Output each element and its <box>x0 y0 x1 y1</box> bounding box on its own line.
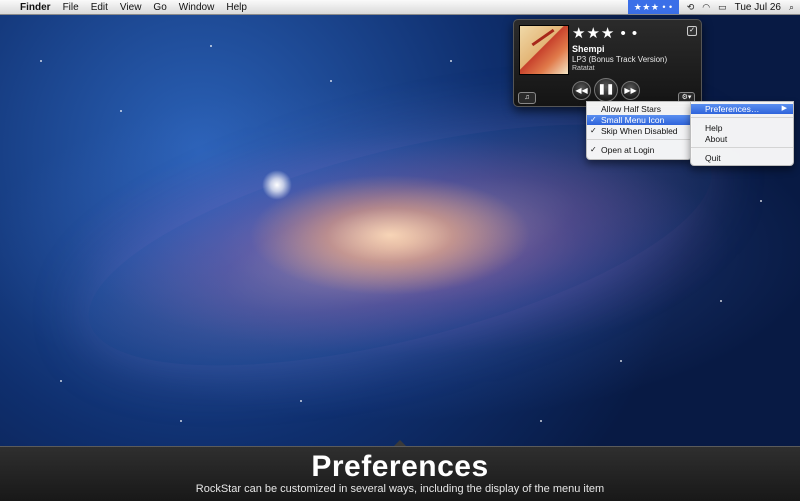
track-title: Shempi <box>572 44 605 54</box>
star-dot <box>120 110 122 112</box>
wifi-icon[interactable]: ◠ <box>702 2 710 13</box>
bright-star <box>262 170 292 200</box>
menu-item-about[interactable]: About <box>691 134 793 144</box>
submenu-arrow-icon: ▶ <box>781 105 787 112</box>
rockstar-status-item[interactable]: ★★★ • • <box>627 0 679 14</box>
time-machine-icon[interactable]: ⟲ <box>687 2 695 13</box>
check-mark-icon: ✓ <box>590 145 597 154</box>
app-menu: Preferences… ▶ Help About Quit <box>690 101 794 166</box>
check-mark-icon: ✓ <box>590 115 597 124</box>
settings-menu: Allow Half Stars ✓ Small Menu Icon ✓ Ski… <box>586 101 692 160</box>
pause-button[interactable]: ❚❚ <box>594 78 618 102</box>
rating-stars[interactable]: ★★★ • • <box>572 24 638 42</box>
star-dot <box>330 80 332 82</box>
star-dot <box>620 360 622 362</box>
star-dot <box>540 420 542 422</box>
menu-edit[interactable]: Edit <box>91 2 108 13</box>
caption-subtitle: RockStar can be customized in several wa… <box>195 483 605 495</box>
star-dot <box>450 60 452 62</box>
now-playing-panel: ★★★ • • ✓ Shempi LP3 (Bonus Track Versio… <box>513 19 702 107</box>
menu-item-skip-when-disabled[interactable]: ✓ Skip When Disabled <box>587 126 691 136</box>
menu-item-label: Skip When Disabled <box>601 126 678 136</box>
star-dot <box>300 400 302 402</box>
enabled-checkbox[interactable]: ✓ <box>687 26 697 36</box>
check-mark-icon: ✓ <box>590 126 597 135</box>
menu-item-label: Allow Half Stars <box>601 104 661 114</box>
star-dot <box>180 420 182 422</box>
star-dot <box>720 300 722 302</box>
menu-item-label: Help <box>705 123 723 133</box>
menu-item-preferences[interactable]: Preferences… ▶ <box>691 104 793 114</box>
menu-item-small-menu-icon[interactable]: ✓ Small Menu Icon <box>587 115 691 125</box>
previous-track-button[interactable]: ◀◀ <box>572 81 591 100</box>
menu-window[interactable]: Window <box>179 2 215 13</box>
star-dot <box>60 380 62 382</box>
menu-item-label: Quit <box>705 153 721 163</box>
menu-separator <box>691 147 793 148</box>
album-name: LP3 (Bonus Track Version) <box>572 55 668 64</box>
menu-go[interactable]: Go <box>153 2 166 13</box>
itunes-icon[interactable]: ♫ <box>518 92 536 104</box>
menu-separator <box>587 139 691 140</box>
next-track-button[interactable]: ▶▶ <box>621 81 640 100</box>
menu-item-label: About <box>705 134 728 144</box>
menu-item-help[interactable]: Help <box>691 123 793 133</box>
menu-file[interactable]: File <box>63 2 79 13</box>
artist-name: Ratatat <box>572 65 595 72</box>
star-dot <box>760 200 762 202</box>
clock[interactable]: Tue Jul 26 <box>735 2 781 13</box>
caption-bar: Preferences RockStar can be customized i… <box>0 446 800 501</box>
star-dot <box>210 45 212 47</box>
menu-item-label: Small Menu Icon <box>601 115 665 125</box>
caption-title: Preferences <box>311 450 489 483</box>
album-artwork <box>519 25 569 75</box>
star-dot <box>40 60 42 62</box>
menu-item-label: Open at Login <box>601 145 655 155</box>
menu-view[interactable]: View <box>120 2 142 13</box>
menu-bar: Finder File Edit View Go Window Help ★★★… <box>0 0 800 15</box>
menu-item-allow-half-stars[interactable]: Allow Half Stars <box>587 104 691 114</box>
spotlight-icon[interactable]: ⌕ <box>789 2 794 13</box>
menu-item-open-at-login[interactable]: ✓ Open at Login <box>587 145 691 155</box>
menu-help[interactable]: Help <box>226 2 247 13</box>
menu-item-quit[interactable]: Quit <box>691 153 793 163</box>
menu-bar-left: Finder File Edit View Go Window Help <box>8 0 247 14</box>
battery-icon[interactable]: ▭ <box>718 2 727 13</box>
menu-finder[interactable]: Finder <box>20 2 51 13</box>
menu-separator <box>691 117 793 118</box>
menu-item-label: Preferences… <box>705 104 760 114</box>
menu-bar-right: ★★★ • • ⟲ ◠ ▭ Tue Jul 26 ⌕ <box>627 0 794 14</box>
